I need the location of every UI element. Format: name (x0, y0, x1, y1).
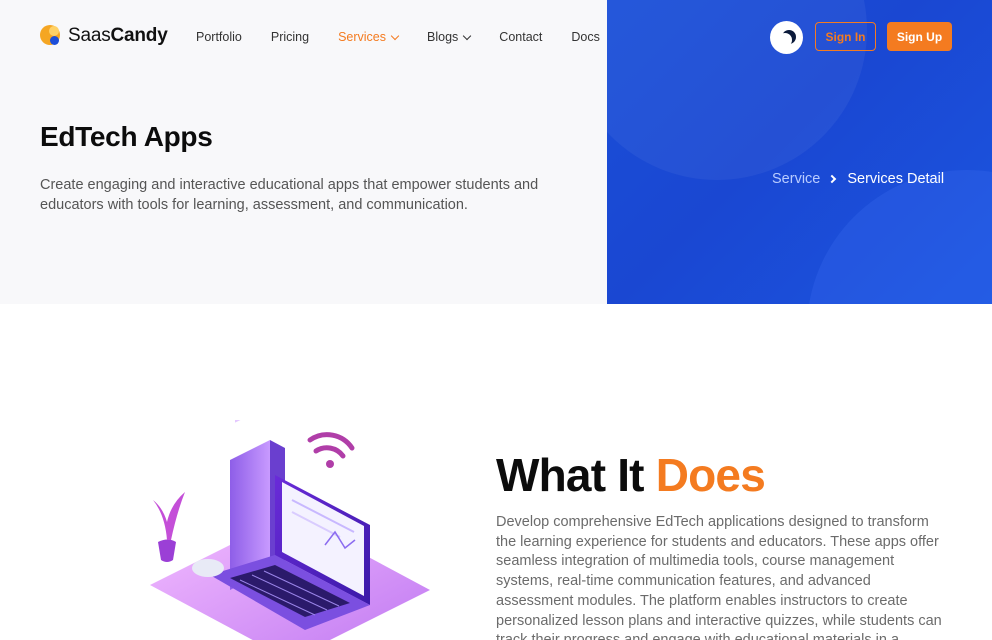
nav-label: Contact (499, 30, 543, 44)
chevron-down-icon (463, 31, 472, 40)
nav-label: Blogs (427, 30, 459, 44)
section-title-accent: Does (655, 449, 766, 501)
theme-toggle-button[interactable] (770, 21, 803, 54)
logo-text: SaasCandy (68, 25, 168, 46)
breadcrumb: Service Services Detail (772, 171, 944, 187)
nav-item-portfolio[interactable]: Portfolio (196, 30, 242, 44)
nav-item-blogs[interactable]: Blogs (427, 30, 472, 44)
sign-in-button[interactable]: Sign In (815, 22, 876, 51)
sign-up-button[interactable]: Sign Up (887, 22, 952, 51)
page-title: EdTech Apps (40, 121, 213, 152)
nav-label: Services (338, 30, 387, 44)
nav-item-services[interactable]: Services (338, 30, 400, 44)
nav-item-contact[interactable]: Contact (499, 30, 542, 44)
decorative-circle (807, 170, 992, 304)
breadcrumb-link-service[interactable]: Service (772, 171, 820, 187)
breadcrumb-current: Services Detail (847, 171, 945, 187)
page-description: Create engaging and interactive educatio… (40, 177, 539, 213)
nav-label: Portfolio (196, 30, 242, 44)
edtech-laptop-illustration (150, 420, 430, 640)
main-nav: Portfolio Pricing Services Blogs Contact… (196, 30, 629, 44)
saascandy-logo-icon (40, 25, 62, 47)
section-body-text: Develop comprehensive EdTech application… (496, 514, 942, 640)
section-title-main: What It (496, 449, 645, 501)
section-title: What It Does (496, 448, 766, 502)
nav-item-pricing[interactable]: Pricing (271, 30, 309, 44)
chevron-right-icon (828, 174, 837, 184)
nav-label: Docs (571, 30, 600, 44)
moon-icon (778, 33, 792, 47)
nav-item-docs[interactable]: Docs (571, 30, 599, 44)
logo[interactable]: SaasCandy (40, 25, 168, 47)
chevron-down-icon (390, 31, 400, 40)
nav-label: Pricing (270, 30, 310, 44)
